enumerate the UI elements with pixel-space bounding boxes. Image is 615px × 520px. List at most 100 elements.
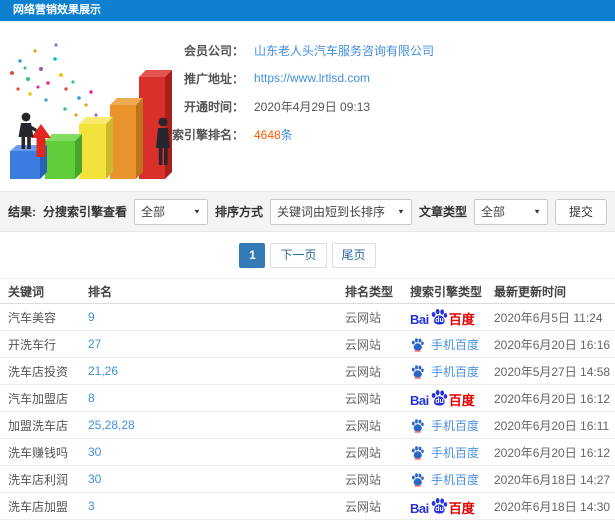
table-row: 洗车店加盟 3 云网站 Bai du 百度 2020年6月18日 14:30 xyxy=(0,493,615,520)
titlebar: 网络营销效果展示 xyxy=(0,0,615,21)
engine-view-label: 分搜索引擎查看 xyxy=(42,205,127,219)
rank-type-cell: 云网站 xyxy=(345,445,382,460)
table-row: 汽车美容 9 云网站 Bai du 百度 2020年6月5日 11:24 xyxy=(0,304,615,331)
filter-bar: 结果: 分搜索引擎查看 全部 ▼ 排序方式 关键词由短到长排序 ▼ 文章类型 全… xyxy=(0,191,615,232)
last-page-button[interactable]: 尾页 xyxy=(331,242,376,268)
table-row: 加盟洗车店 25,28,28 云网站 手机百度 2020年6月20日 16:11 xyxy=(0,412,615,439)
rank-link[interactable]: 30 xyxy=(88,472,345,486)
engine-cell: Bai du 百度 xyxy=(410,389,494,407)
rank-type-cell: 云网站 xyxy=(345,418,382,433)
page-title: 网络营销效果展示 xyxy=(13,4,101,16)
rank-link[interactable]: 3 xyxy=(88,499,345,513)
rank-type-cell: 云网站 xyxy=(345,472,382,487)
baidu-paw-icon: du xyxy=(430,389,448,407)
engine-rank-row: 搜索引擎排名： 4648条 xyxy=(152,120,615,148)
table-row: 汽车加盟店 8 云网站 Bai du 百度 2020年6月20日 16:12 xyxy=(0,385,615,412)
promo-url-link[interactable]: https://www.lrtlsd.com xyxy=(254,71,370,85)
member-company-link[interactable]: 山东老人头汽车服务咨询有限公司 xyxy=(254,42,434,59)
baidu-logo: Bai du 百度 xyxy=(410,389,475,407)
rank-link[interactable]: 27 xyxy=(88,337,345,351)
table-row: 洗车店投资 21,26 云网站 手机百度 2020年5月27日 14:58 xyxy=(0,358,615,385)
businessman-left xyxy=(18,112,37,149)
baidu-logo-bai: Bai xyxy=(410,312,429,327)
rank-type-cell: 云网站 xyxy=(345,364,382,379)
keyword-cell: 开洗车行 xyxy=(8,337,57,352)
sort-label: 排序方式 xyxy=(214,205,263,219)
updated-cell: 2020年5月27日 14:58 xyxy=(494,364,611,379)
chevron-down-icon: ▼ xyxy=(397,207,405,216)
mobile-baidu-paw-icon xyxy=(410,337,425,352)
rank-link[interactable]: 8 xyxy=(88,391,345,405)
engine-cell: 手机百度 xyxy=(410,336,494,353)
mobile-baidu-badge: 手机百度 xyxy=(410,471,479,488)
mobile-baidu-paw-icon xyxy=(410,445,425,460)
engine-cell: 手机百度 xyxy=(410,417,494,434)
member-company-row: 会员公司： 山东老人头汽车服务咨询有限公司 xyxy=(152,36,615,64)
engine-cell: 手机百度 xyxy=(410,363,494,380)
rank-unit: 条 xyxy=(280,127,293,142)
open-time-value: 2020年4月29日 09:13 xyxy=(254,99,371,114)
next-page-button[interactable]: 下一页 xyxy=(270,242,327,268)
mobile-baidu-badge: 手机百度 xyxy=(410,444,479,461)
engine-view-selected: 全部 xyxy=(140,205,165,219)
updated-cell: 2020年6月5日 11:24 xyxy=(494,310,603,325)
results-table: 关键词 排名 排名类型 搜索引擎类型 最新更新时间 汽车美容 9 云网站 Bai… xyxy=(0,278,615,520)
rank-count: 4648 xyxy=(254,127,281,142)
baidu-paw-icon: du xyxy=(430,497,448,515)
baidu-logo-cn: 百度 xyxy=(448,312,475,327)
growth-chart-illustration xyxy=(10,43,172,179)
header-keyword: 关键词 xyxy=(8,284,45,299)
updated-cell: 2020年6月20日 16:11 xyxy=(494,418,610,433)
article-type-label: 文章类型 xyxy=(418,205,467,219)
header-rank: 排名 xyxy=(88,284,113,299)
mobile-baidu-paw-icon xyxy=(410,364,425,379)
header-updated: 最新更新时间 xyxy=(494,284,567,299)
mobile-baidu-badge: 手机百度 xyxy=(410,336,479,353)
keyword-cell: 洗车店加盟 xyxy=(8,499,69,514)
page-1-button[interactable]: 1 xyxy=(239,242,266,268)
rank-link[interactable]: 30 xyxy=(88,445,345,459)
rank-link[interactable]: 25,28,28 xyxy=(88,418,345,432)
engine-cell: Bai du 百度 xyxy=(410,497,494,515)
updated-cell: 2020年6月18日 14:27 xyxy=(494,472,611,487)
table-row: 洗车赚钱吗 30 云网站 手机百度 2020年6月20日 16:12 xyxy=(0,439,615,466)
keyword-cell: 洗车赚钱吗 xyxy=(8,445,69,460)
sort-selected: 关键词由短到长排序 xyxy=(276,205,385,219)
baidu-logo-cn: 百度 xyxy=(448,393,475,408)
submit-button[interactable]: 提交 xyxy=(554,198,607,225)
header-rank-type: 排名类型 xyxy=(345,284,394,299)
rank-type-cell: 云网站 xyxy=(345,391,382,406)
top-info-section: 会员公司： 山东老人头汽车服务咨询有限公司 推广地址： https://www.… xyxy=(0,21,615,191)
updated-cell: 2020年6月20日 16:12 xyxy=(494,391,611,406)
sort-select[interactable]: 关键词由短到长排序 ▼ xyxy=(269,198,412,225)
result-label: 结果: xyxy=(8,205,36,219)
mobile-baidu-badge: 手机百度 xyxy=(410,417,479,434)
updated-cell: 2020年6月18日 14:30 xyxy=(494,499,611,514)
rank-type-cell: 云网站 xyxy=(345,337,382,352)
engine-cell: 手机百度 xyxy=(410,444,494,461)
article-type-select[interactable]: 全部 ▼ xyxy=(473,198,548,225)
rank-type-cell: 云网站 xyxy=(345,499,382,514)
mobile-baidu-label: 手机百度 xyxy=(431,364,480,379)
baidu-paw-icon: du xyxy=(430,308,448,326)
engine-rank-value: 4648条 xyxy=(254,126,293,143)
filter-controls: 分搜索引擎查看 全部 ▼ 排序方式 关键词由短到长排序 ▼ 文章类型 全部 ▼ … xyxy=(42,198,607,225)
promo-bar-chart-image xyxy=(0,21,180,191)
rank-link[interactable]: 9 xyxy=(88,310,345,324)
baidu-logo-bai: Bai xyxy=(410,501,429,516)
chevron-down-icon: ▼ xyxy=(533,207,541,216)
chevron-down-icon: ▼ xyxy=(193,207,201,216)
mobile-baidu-label: 手机百度 xyxy=(431,337,480,352)
keyword-cell: 汽车加盟店 xyxy=(8,391,69,406)
engine-view-select[interactable]: 全部 ▼ xyxy=(133,198,208,225)
pagination: 1 下一页 尾页 xyxy=(0,232,615,278)
table-row: 开洗车行 27 云网站 手机百度 2020年6月20日 16:16 xyxy=(0,331,615,358)
rank-link[interactable]: 21,26 xyxy=(88,364,345,378)
mobile-baidu-paw-icon xyxy=(410,418,425,433)
account-info: 会员公司： 山东老人头汽车服务咨询有限公司 推广地址： https://www.… xyxy=(152,21,615,148)
keyword-cell: 洗车店利润 xyxy=(8,472,69,487)
baidu-logo: Bai du 百度 xyxy=(410,497,475,515)
baidu-logo: Bai du 百度 xyxy=(410,308,475,326)
open-time-row: 开通时间： 2020年4月29日 09:13 xyxy=(152,92,615,120)
table-header-row: 关键词 排名 排名类型 搜索引擎类型 最新更新时间 xyxy=(0,279,615,304)
